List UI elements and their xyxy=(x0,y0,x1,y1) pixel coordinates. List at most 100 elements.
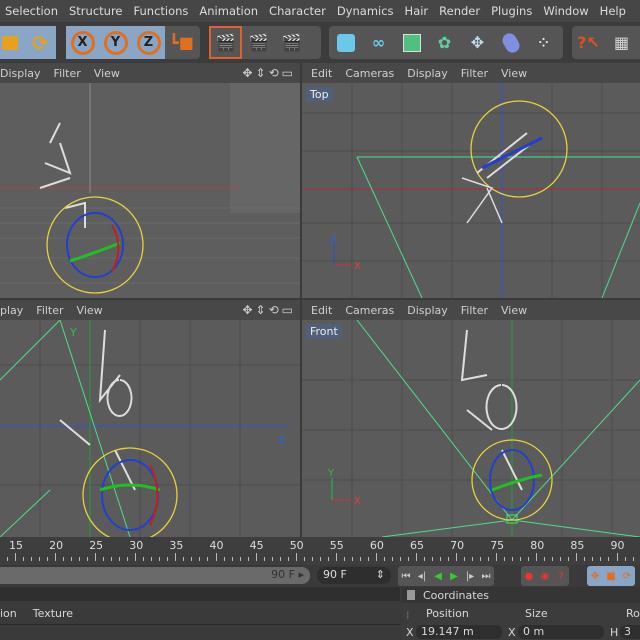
size-x-field[interactable]: 0 m xyxy=(518,625,604,639)
view-nav-icons[interactable]: ✥⇕⟲▭ xyxy=(242,303,296,317)
keyframe-selection-button[interactable]: ? xyxy=(553,566,569,586)
go-to-end-button[interactable]: ⏭ xyxy=(478,566,494,586)
menu-animation[interactable]: Animation xyxy=(194,4,264,18)
timeline-tick-mark xyxy=(600,557,602,561)
timeline-tick-mark xyxy=(528,557,530,561)
menu-functions[interactable]: Functions xyxy=(129,4,195,18)
question-cursor-icon: ?↖ xyxy=(577,33,600,52)
menu-selection[interactable]: Selection xyxy=(0,4,64,18)
menu-help[interactable]: Help xyxy=(595,4,632,18)
timeline-tick-mark xyxy=(440,557,442,561)
autokey-button[interactable]: ◉ xyxy=(537,566,553,586)
timeline-tick-mark xyxy=(247,557,249,561)
z-axis-lock-button[interactable]: Z xyxy=(132,26,165,59)
render-settings-button[interactable]: 🎬 xyxy=(275,26,308,59)
y-axis-lock-button[interactable]: Y xyxy=(99,26,132,59)
menu-plugins[interactable]: Plugins xyxy=(486,4,538,18)
menu-render[interactable]: Render xyxy=(434,4,486,18)
menu-view[interactable]: View xyxy=(77,304,103,317)
timeline-tick-mark xyxy=(311,557,313,561)
deformer-button[interactable]: ✥ xyxy=(461,26,494,59)
timeline-tick-mark xyxy=(343,557,345,561)
viewport-perspective[interactable]: Display Filter View ✥⇕⟲▭ xyxy=(0,63,300,298)
timeline-tick-mark xyxy=(592,557,594,561)
next-key-button[interactable]: |▸ xyxy=(462,566,478,586)
grip-icon: ⁞ xyxy=(406,609,410,622)
rotation-h-field[interactable]: 3 xyxy=(620,625,640,639)
world-axis-icon: ┗■ xyxy=(169,33,194,52)
move-key-button[interactable]: ✥ xyxy=(587,566,603,586)
timeline-tick-mark xyxy=(383,557,385,561)
timeline-tick-mark xyxy=(472,557,474,561)
scale-key-button[interactable]: ■ xyxy=(603,566,619,586)
menu-display[interactable]: Display xyxy=(407,67,448,80)
timeline-tick-mark xyxy=(624,557,626,561)
timeline-ruler[interactable]: 15 20 25 30 35 40 45 50 55 60 65 70 75 80 85 90 xyxy=(0,537,640,565)
tab-function[interactable]: ion xyxy=(0,607,17,620)
timeline-tick-mark xyxy=(55,553,57,561)
spline-icon: ∞ xyxy=(371,33,386,52)
menu-edit[interactable]: Edit xyxy=(311,304,332,317)
menu-filter[interactable]: Filter xyxy=(461,67,488,80)
view-nav-icons[interactable]: ✥⇕⟲▭ xyxy=(242,66,296,80)
menu-window[interactable]: Window xyxy=(538,4,594,18)
timeline-tick-mark xyxy=(143,557,145,561)
menu-filter[interactable]: Filter xyxy=(36,304,63,317)
menu-display[interactable]: play xyxy=(0,304,23,317)
menu-filter[interactable]: Filter xyxy=(461,304,488,317)
menu-view[interactable]: View xyxy=(501,304,527,317)
go-to-start-button[interactable]: ⏮ xyxy=(398,566,414,586)
play-backward-button[interactable]: ◀ xyxy=(430,566,446,586)
timeline-tick-mark xyxy=(416,553,417,561)
play-forward-button[interactable]: ▶ xyxy=(446,566,462,586)
rotate-key-button[interactable]: ⟳ xyxy=(619,566,635,586)
menu-cameras[interactable]: Cameras xyxy=(345,304,394,317)
timeline-tick-mark xyxy=(79,557,81,561)
particles-button[interactable]: ⁘ xyxy=(527,26,560,59)
position-x-field[interactable]: 19.147 m xyxy=(416,625,502,639)
render-view-button[interactable]: 🎬 xyxy=(209,26,242,59)
frame-range-slider[interactable]: 90 F ▸ xyxy=(0,567,310,584)
spline-button[interactable]: ∞ xyxy=(362,26,395,59)
menu-view[interactable]: View xyxy=(501,67,527,80)
menu-cameras[interactable]: Cameras xyxy=(345,67,394,80)
menu-edit[interactable]: Edit xyxy=(311,67,332,80)
menu-structure[interactable]: Structure xyxy=(64,4,129,18)
coordinate-system-button[interactable]: ┗■ xyxy=(165,26,198,59)
record-keys-button[interactable]: ● xyxy=(521,566,537,586)
layout-button[interactable]: ▦ xyxy=(605,26,638,59)
viewport-front[interactable]: Edit Cameras Display Filter View Y X Fro… xyxy=(302,300,640,537)
menu-dynamics[interactable]: Dynamics xyxy=(332,4,400,18)
coordinates-header: ⁞ Position Size Rot xyxy=(406,607,640,622)
timeline-tick-mark xyxy=(87,557,89,561)
max-frame-field[interactable]: 90 F ⇕ xyxy=(317,567,391,584)
menu-hair[interactable]: Hair xyxy=(400,4,435,18)
render-picture-viewer-button[interactable]: 🎬 xyxy=(242,26,275,59)
menu-character[interactable]: Character xyxy=(264,4,332,18)
nurbs-button[interactable] xyxy=(395,26,428,59)
menu-display[interactable]: Display xyxy=(0,67,41,80)
menu-view[interactable]: View xyxy=(94,67,120,80)
timeline-tick-mark xyxy=(303,557,305,561)
timeline-tick-mark xyxy=(407,557,409,561)
array-button[interactable]: ✿ xyxy=(428,26,461,59)
panel-toggle-icon[interactable] xyxy=(407,590,415,600)
menu-filter[interactable]: Filter xyxy=(54,67,81,80)
scale-tool-button[interactable] xyxy=(0,26,25,59)
viewport-top[interactable]: Edit Cameras Display Filter View Z X Top xyxy=(302,63,640,298)
timeline-tick-mark xyxy=(560,557,562,561)
menu-display[interactable]: Display xyxy=(407,304,448,317)
clapboard-icon: 🎬 xyxy=(215,33,236,52)
timeline-tick-mark xyxy=(287,557,289,561)
cube-button[interactable] xyxy=(329,26,362,59)
x-axis-lock-button[interactable]: X xyxy=(66,26,99,59)
previous-key-button[interactable]: ◂| xyxy=(414,566,430,586)
help-button[interactable]: ?↖ xyxy=(572,26,605,59)
rotate-tool-button[interactable]: ⟳ xyxy=(25,26,56,59)
environment-button[interactable] xyxy=(494,26,527,59)
viewport-header: Edit Cameras Display Filter View xyxy=(302,63,640,83)
viewport-right[interactable]: play Filter View ✥⇕⟲▭ Y Z xyxy=(0,300,300,537)
tab-texture[interactable]: Texture xyxy=(33,607,73,620)
timeline-tick-mark xyxy=(71,557,73,561)
array-icon: ✿ xyxy=(437,33,452,52)
